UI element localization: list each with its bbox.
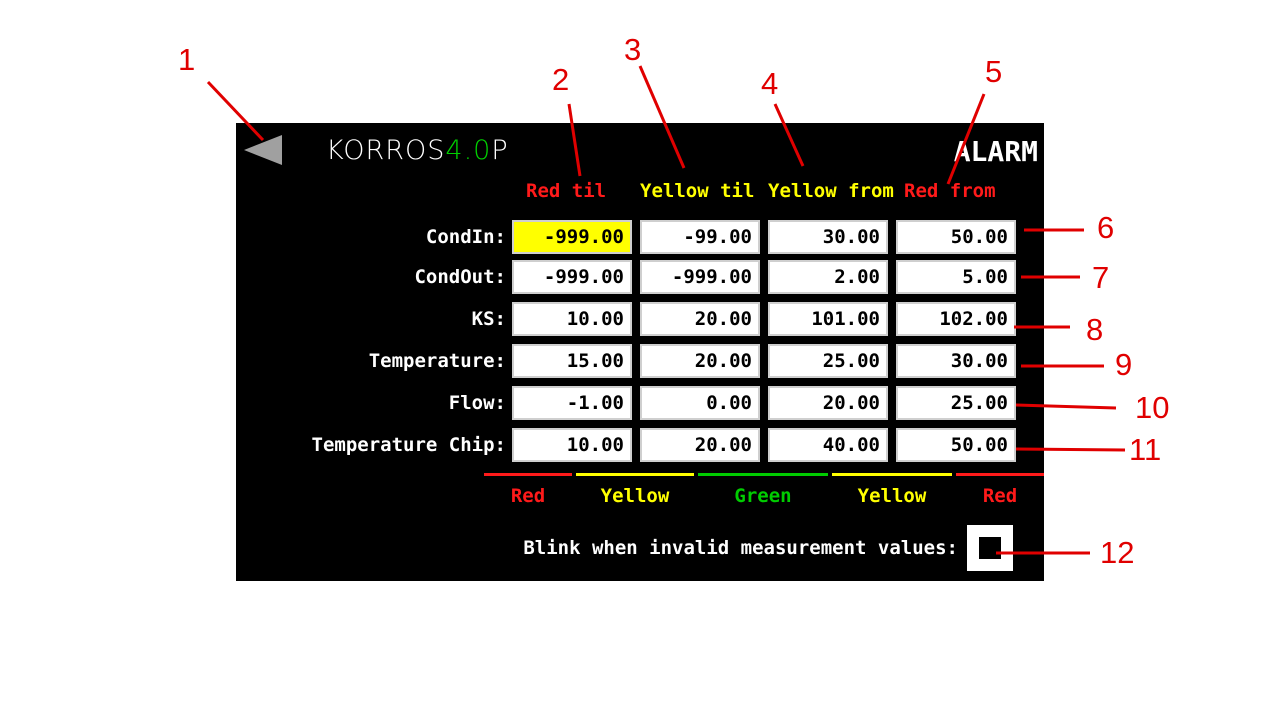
callout-number: 3 <box>624 32 642 67</box>
callout-number: 1 <box>178 42 196 77</box>
callout-number: 11 <box>1129 432 1162 467</box>
callout-number: 6 <box>1097 210 1115 245</box>
callout-number: 12 <box>1100 535 1135 570</box>
callout-number: 7 <box>1092 260 1110 295</box>
callout-number: 8 <box>1086 312 1104 347</box>
callout-number: 4 <box>761 66 779 101</box>
callout-lines <box>206 65 1126 555</box>
callout-number: 10 <box>1135 390 1170 425</box>
callout-number: 5 <box>985 54 1003 89</box>
callout-number: 2 <box>552 62 570 97</box>
callout-number: 9 <box>1115 347 1133 382</box>
